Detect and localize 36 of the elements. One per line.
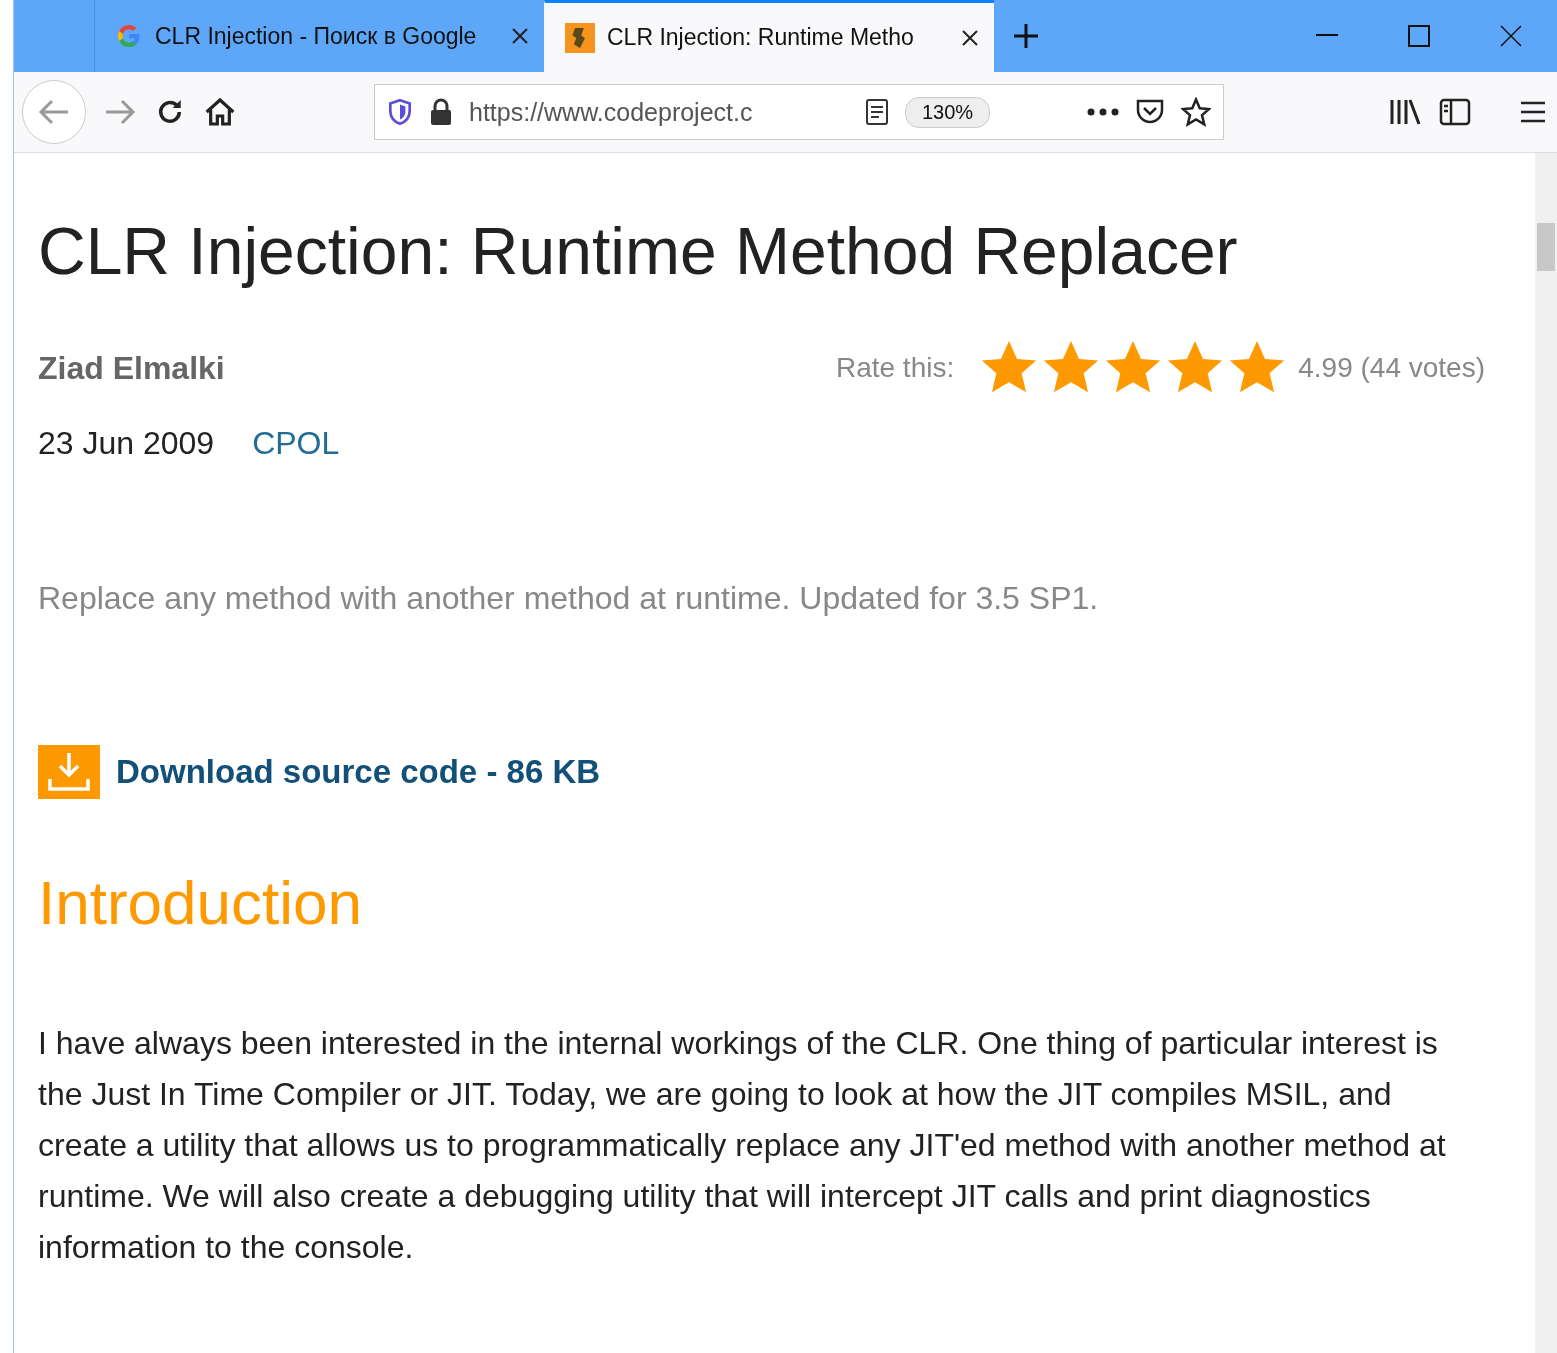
pocket-icon[interactable] bbox=[1135, 98, 1165, 126]
back-icon[interactable] bbox=[38, 98, 70, 126]
close-icon[interactable] bbox=[960, 27, 980, 48]
article-title: CLR Injection: Runtime Method Replacer bbox=[38, 213, 1239, 289]
publish-date: 23 Jun 2009 bbox=[38, 425, 215, 462]
home-icon[interactable] bbox=[204, 96, 236, 128]
reader-view-icon[interactable] bbox=[865, 98, 889, 126]
close-icon[interactable] bbox=[1500, 25, 1522, 47]
more-icon[interactable] bbox=[1087, 108, 1119, 116]
library-icon[interactable] bbox=[1389, 98, 1421, 126]
forward-icon[interactable] bbox=[104, 98, 136, 126]
tab-title: CLR Injection - Поиск в Google bbox=[155, 22, 478, 50]
menu-icon[interactable] bbox=[1519, 100, 1547, 124]
maximize-icon[interactable] bbox=[1408, 25, 1430, 47]
author-name: Ziad Elmalki bbox=[38, 349, 225, 387]
tab-title: CLR Injection: Runtime Metho bbox=[607, 24, 915, 51]
url-text: https://www.codeproject.c bbox=[469, 97, 754, 127]
lock-icon[interactable] bbox=[429, 98, 453, 126]
sidebar-icon[interactable] bbox=[1439, 98, 1471, 126]
site-logo-icon bbox=[565, 22, 595, 53]
star-outline-icon[interactable] bbox=[1181, 97, 1211, 127]
scrollbar[interactable] bbox=[1535, 153, 1557, 1353]
close-icon[interactable] bbox=[510, 26, 530, 46]
body-paragraph: I have always been interested in the internal workings of the CLR. One thing of particular interest is the Just In Time Compiler or JIT. Today, we are going to look at how the JIT compiles MSIL, and create a utility that allows us to programmatically replace any JIT'ed method with another method at runtime. We will also create a debugging utility that will intercept JIT calls and print diagnostics information to the console. bbox=[38, 1024, 1447, 1267]
rating-score: 4.99 (44 votes) bbox=[1298, 352, 1485, 384]
new-tab-icon[interactable] bbox=[1012, 22, 1040, 50]
section-heading: Introduction bbox=[38, 867, 363, 938]
download-link[interactable]: Download source code - 86 KB bbox=[116, 753, 601, 791]
license-link[interactable]: CPOL bbox=[252, 425, 340, 462]
rate-label: Rate this: bbox=[835, 352, 955, 384]
minimize-icon[interactable] bbox=[1316, 34, 1338, 38]
zoom-level[interactable]: 130% bbox=[905, 96, 991, 128]
shield-icon[interactable] bbox=[387, 98, 413, 126]
browser-tab[interactable]: CLR Injection: Runtime Metho bbox=[544, 0, 994, 72]
address-bar[interactable]: https://www.codeproject.c 130% bbox=[374, 84, 1224, 140]
article-summary: Replace any method with another method at runtime. Updated for 3.5 SP1. bbox=[38, 580, 1100, 617]
